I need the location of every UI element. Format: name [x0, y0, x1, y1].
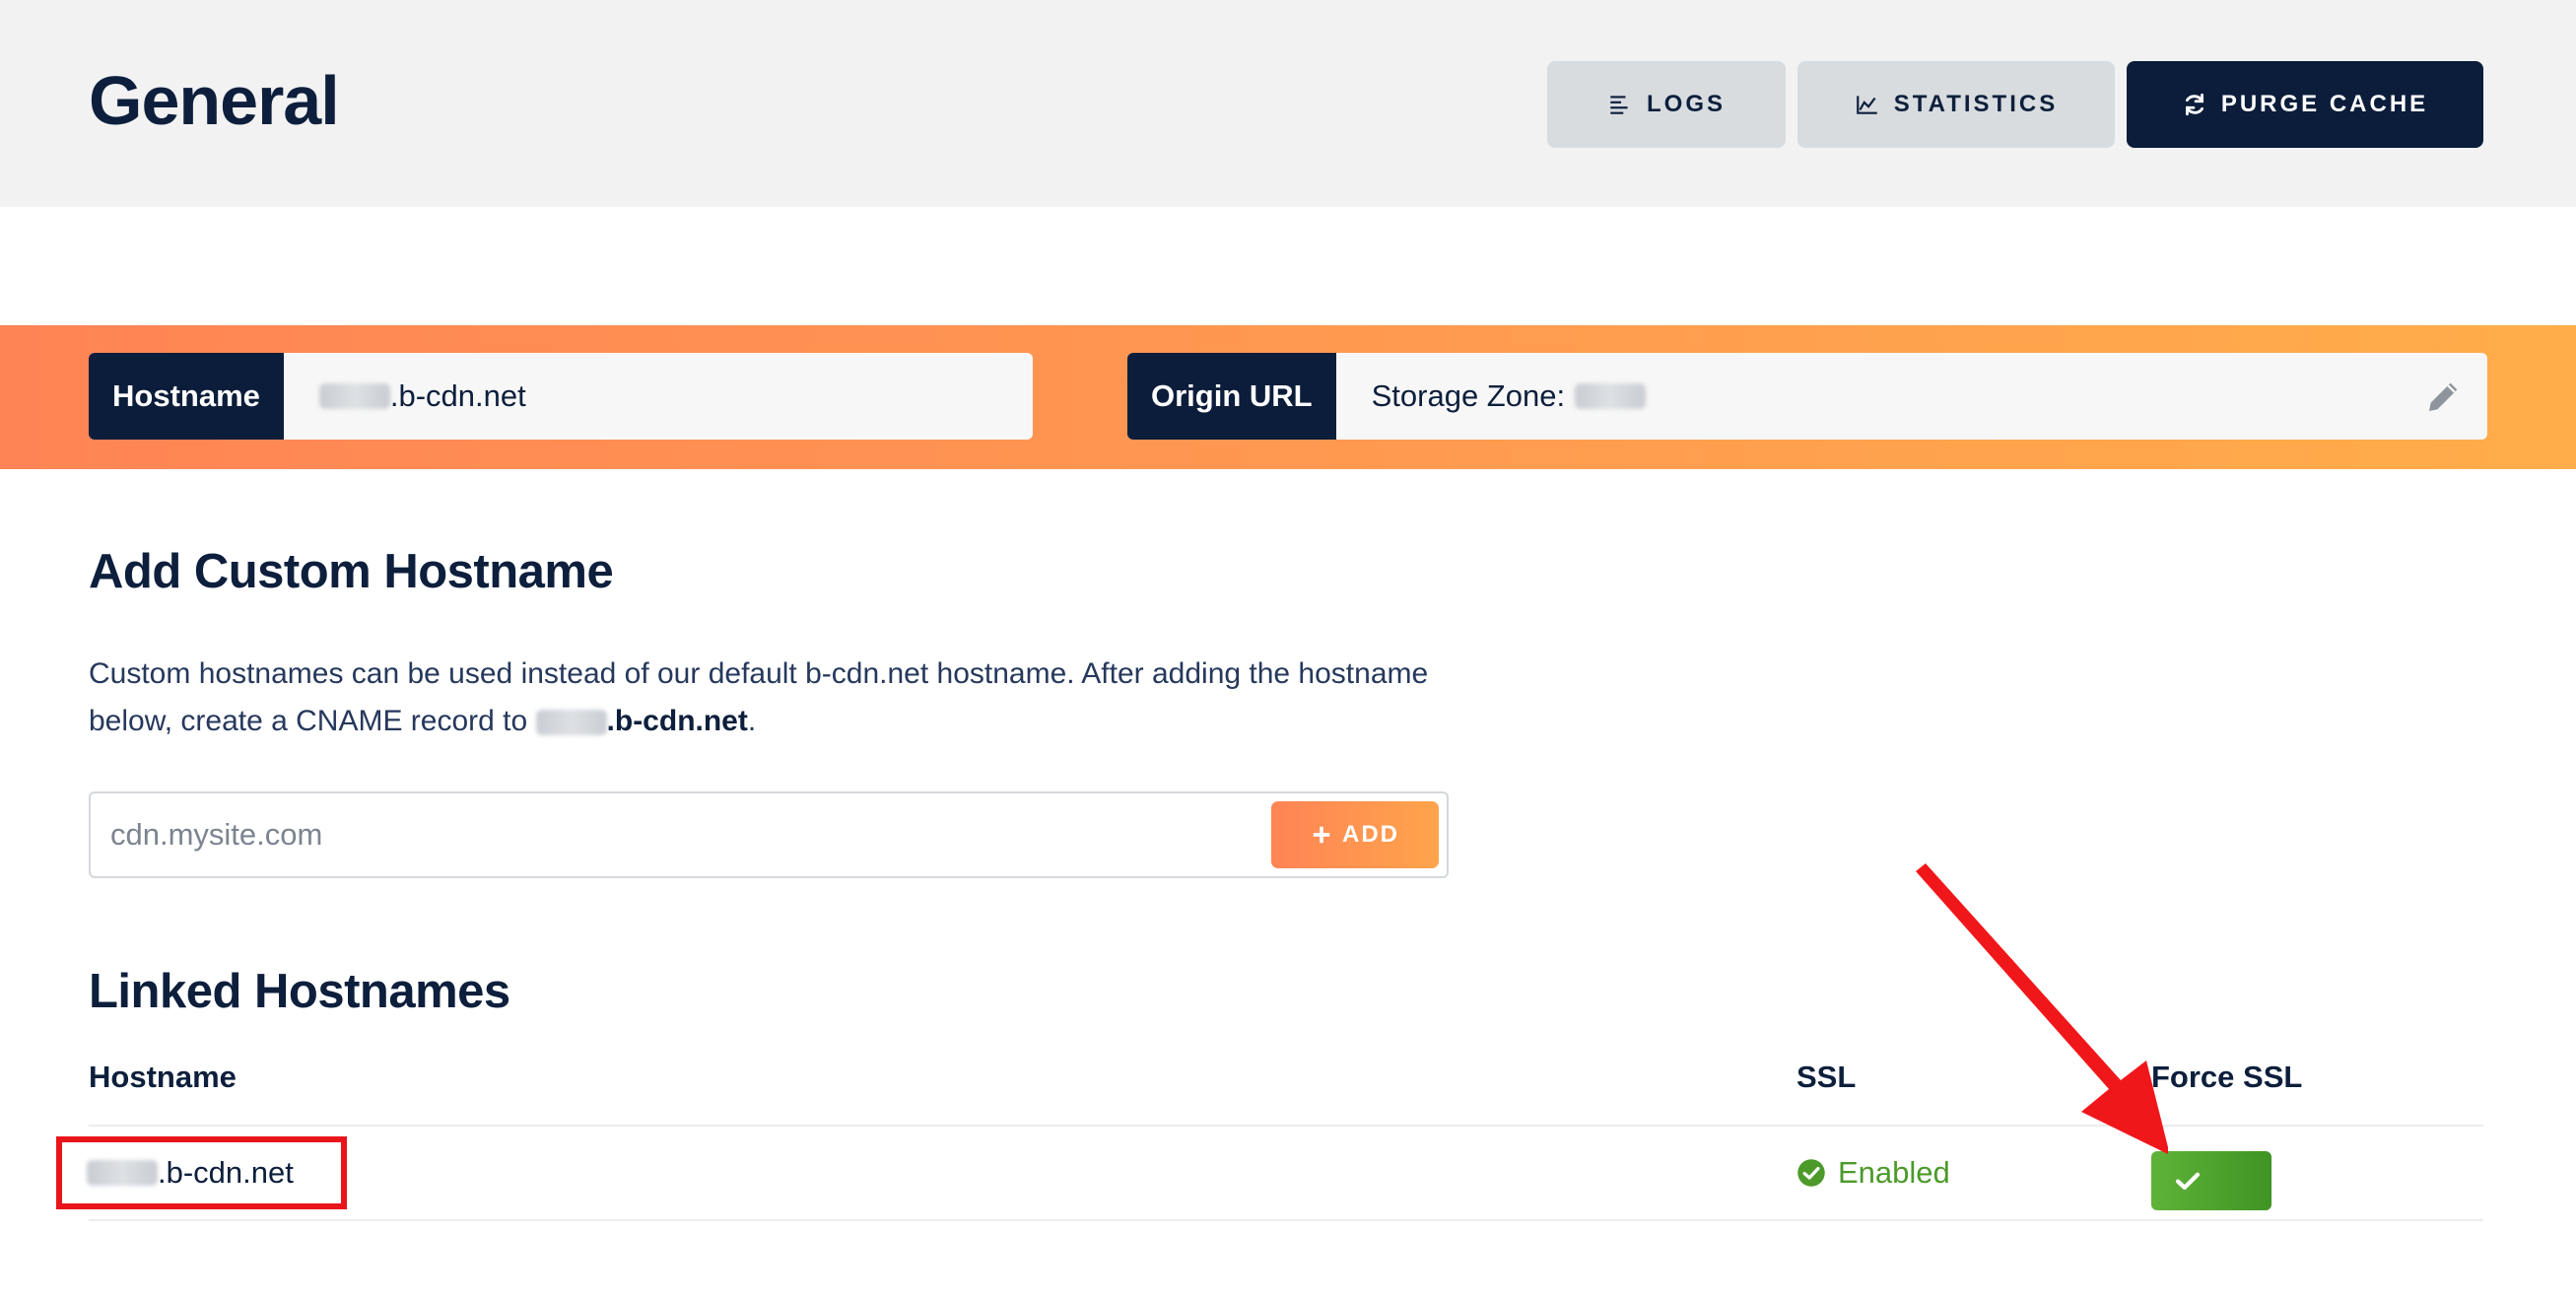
statistics-button-label: STATISTICS [1893, 91, 2059, 117]
add-hostname-button[interactable]: ADD [1271, 801, 1439, 868]
page-title: General [89, 62, 340, 139]
checkmark-icon [2175, 1172, 2201, 1190]
plus-icon [1313, 826, 1330, 844]
annotation-highlight-box [56, 1136, 347, 1209]
origin-url-field: Origin URL Storage Zone: [1127, 353, 2487, 440]
purge-cache-button-label: PURGE CACHE [2220, 91, 2429, 117]
custom-hostname-input[interactable] [110, 793, 1332, 876]
column-header-ssl: SSL [1796, 1060, 1857, 1094]
zone-info-band: Hostname .b-cdn.net Origin URL Storage Z… [0, 325, 2576, 469]
column-header-force-ssl: Force SSL [2151, 1060, 2303, 1094]
hostname-field-value: .b-cdn.net [284, 353, 1033, 440]
redacted-text [318, 383, 390, 409]
add-button-label: ADD [1342, 821, 1399, 848]
custom-hostname-description: Custom hostnames can be used instead of … [89, 650, 1488, 745]
redacted-text [1575, 383, 1647, 409]
linked-hostnames-title: Linked Hostnames [89, 965, 510, 1018]
force-ssl-toggle[interactable] [2151, 1151, 2271, 1210]
check-circle-icon [1797, 1159, 1825, 1187]
pencil-icon[interactable] [2424, 377, 2464, 416]
logs-icon [1610, 96, 1628, 114]
add-hostname-form: ADD [89, 791, 1449, 878]
column-header-hostname: Hostname [89, 1060, 237, 1094]
storage-zone-label: Storage Zone: [1371, 378, 1566, 413]
chart-icon [1856, 96, 1877, 114]
hostname-field: Hostname .b-cdn.net [89, 353, 1033, 440]
cname-target: .b-cdn.net [606, 705, 748, 737]
hostname-suffix: .b-cdn.net [389, 378, 526, 413]
add-custom-hostname-title: Add Custom Hostname [89, 545, 614, 598]
description-end: . [747, 705, 757, 737]
logs-button-label: LOGS [1646, 91, 1726, 117]
annotation-arrow-icon [1916, 863, 2168, 1155]
purge-cache-button[interactable]: PURGE CACHE [2127, 61, 2483, 148]
refresh-icon [2185, 93, 2203, 116]
origin-url-value: Storage Zone: [1336, 353, 2487, 440]
origin-url-label: Origin URL [1127, 353, 1336, 440]
logs-button[interactable]: LOGS [1547, 61, 1786, 148]
statistics-button[interactable]: STATISTICS [1797, 61, 2115, 148]
redacted-text [535, 710, 607, 736]
description-text: Custom hostnames can be used instead of … [89, 657, 1429, 737]
table-divider [89, 1219, 2483, 1221]
hostname-field-label: Hostname [89, 353, 284, 440]
page-header: General LOGS STATISTICS PURGE CACHE [0, 0, 2576, 207]
